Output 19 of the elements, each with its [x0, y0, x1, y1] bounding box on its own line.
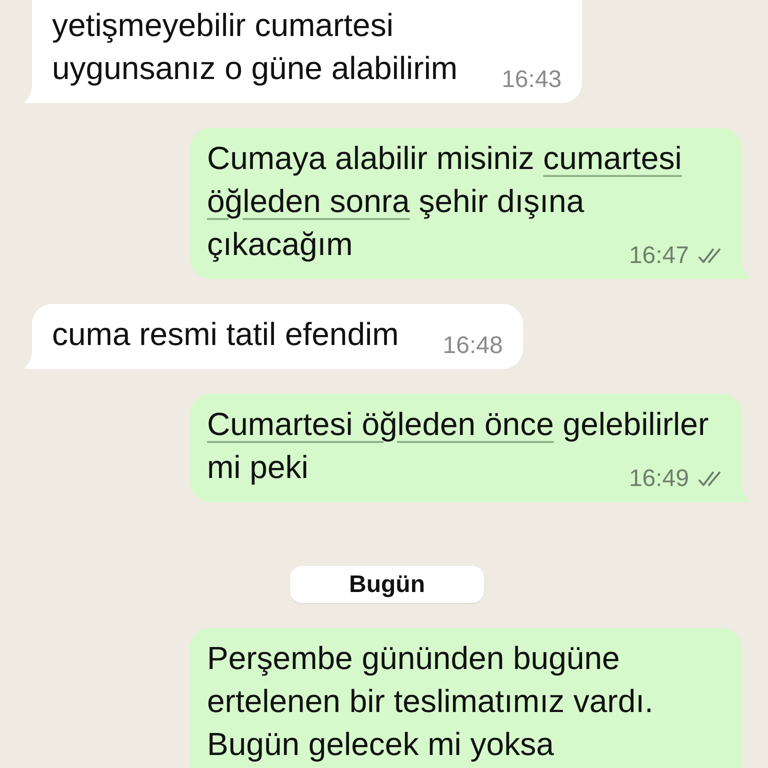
date-link[interactable]: öğleden sonra	[207, 183, 410, 219]
date-link[interactable]: Cumartesi öğleden önce	[207, 406, 554, 442]
message-text: Bugün gelecek mi yoksa	[207, 725, 555, 764]
date-chip: Bugün	[290, 566, 484, 603]
message-text: yetişmeyebilir cumartesi	[52, 6, 394, 45]
message-text: Cumaya alabilir misiniz cumartesi	[207, 139, 683, 178]
message-text: Cumartesi öğleden önce gelebilirler	[207, 405, 710, 444]
message-time: 16:43	[502, 66, 562, 94]
message-text: Perşembe gününden bugüne	[207, 639, 621, 678]
message-text: öğleden sonra şehir dışına	[207, 182, 586, 221]
message-text: çıkacağım	[207, 225, 353, 264]
message-text: cuma resmi tatil efendim	[52, 315, 399, 354]
message-time: 16:47	[628, 242, 689, 270]
message-time: 16:48	[442, 332, 503, 360]
message-text: ertelenen bir teslimatımız vardı.	[207, 682, 654, 721]
message-time: 16:49	[628, 465, 689, 493]
date-link[interactable]: cumartesi	[543, 140, 682, 176]
message-text: uygunsanız o güne alabilirim	[52, 49, 458, 88]
message-text: mi peki	[207, 448, 308, 487]
